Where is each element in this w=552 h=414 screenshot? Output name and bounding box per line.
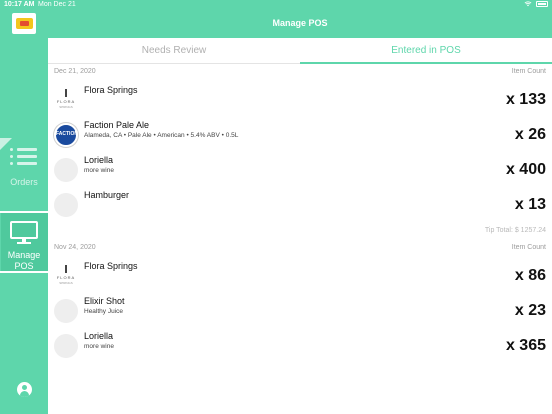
status-time: 10:17 AM	[4, 1, 35, 8]
page-title: Manage POS	[272, 18, 328, 28]
item-name: Loriella	[84, 155, 114, 165]
item-placeholder-image	[54, 299, 78, 323]
item-placeholder-image	[54, 193, 78, 217]
section-date: Dec 21, 2020	[54, 68, 96, 75]
tab-entered-in-pos[interactable]: Entered in POS	[300, 38, 552, 64]
list-item[interactable]: FACTION Faction Pale Ale Alameda, CA • P…	[48, 117, 552, 152]
list-item[interactable]: Loriella more wine x 365	[48, 328, 552, 363]
item-count-label: Item Count	[511, 244, 546, 251]
sidebar-item-orders[interactable]: Orders	[0, 138, 48, 198]
faction-logo: FACTION	[54, 123, 78, 147]
item-name: Hamburger	[84, 190, 130, 200]
entries-list[interactable]: Dec 21, 2020 Item Count FLORA SPRINGS Fl…	[48, 64, 552, 414]
list-icon	[10, 148, 38, 172]
item-name: Faction Pale Ale	[84, 120, 150, 130]
item-name: Flora Springs	[84, 85, 138, 95]
section-header: Nov 24, 2020 Item Count	[48, 240, 552, 258]
section-date: Nov 24, 2020	[54, 244, 96, 251]
sidebar-item-label: Orders	[10, 177, 38, 187]
item-subtitle: Alameda, CA • Pale Ale • American • 5.4%…	[84, 132, 239, 139]
item-count-label: Item Count	[511, 68, 546, 75]
item-quantity: x 23	[514, 302, 546, 319]
wifi-icon	[524, 1, 532, 7]
section-header: Dec 21, 2020 Item Count	[48, 64, 552, 82]
tab-needs-review[interactable]: Needs Review	[48, 38, 300, 64]
app-logo	[12, 13, 36, 34]
item-quantity: x 86	[514, 267, 546, 284]
list-item[interactable]: FLORA SPRINGS Flora Springs x 86	[48, 258, 552, 293]
item-quantity: x 13	[514, 196, 546, 213]
sidebar-item-manage-pos[interactable]: Manage POS	[0, 211, 48, 273]
item-quantity: x 26	[514, 126, 546, 143]
status-date: Mon Dec 21	[38, 1, 76, 8]
item-placeholder-image	[54, 158, 78, 182]
monitor-icon	[10, 221, 38, 245]
profile-icon[interactable]	[17, 382, 32, 397]
flora-springs-logo: FLORA SPRINGS	[54, 264, 78, 288]
item-placeholder-image	[54, 334, 78, 358]
flora-springs-logo: FLORA SPRINGS	[54, 88, 78, 112]
status-bar: 10:17 AM Mon Dec 21	[0, 0, 552, 10]
item-name: Loriella	[84, 331, 114, 341]
item-subtitle: more wine	[84, 167, 114, 174]
list-item[interactable]: Hamburger x 13	[48, 187, 552, 222]
item-subtitle: more wine	[84, 343, 114, 350]
tip-total-row: Tip Total: $ 1257.24	[48, 222, 552, 240]
item-quantity: x 400	[505, 161, 546, 178]
date-section: Dec 21, 2020 Item Count FLORA SPRINGS Fl…	[48, 64, 552, 240]
item-quantity: x 365	[505, 337, 546, 354]
list-item[interactable]: Elixir Shot Healthy Juice x 23	[48, 293, 552, 328]
logo-image	[15, 18, 33, 29]
header-bar: Manage POS	[48, 10, 552, 38]
date-section: Nov 24, 2020 Item Count FLORA SPRINGS Fl…	[48, 240, 552, 363]
item-subtitle: Healthy Juice	[84, 308, 124, 315]
sidebar: Orders Manage POS	[0, 10, 48, 414]
item-name: Elixir Shot	[84, 296, 125, 306]
tip-total: Tip Total: $ 1257.24	[484, 227, 546, 234]
item-quantity: x 133	[505, 91, 546, 108]
item-name: Flora Springs	[84, 261, 138, 271]
tab-bar: Needs Review Entered in POS	[48, 38, 552, 64]
sidebar-item-label: Manage POS	[7, 250, 41, 271]
list-item[interactable]: FLORA SPRINGS Flora Springs x 133	[48, 82, 552, 117]
status-icons	[524, 1, 548, 7]
battery-icon	[536, 1, 548, 7]
list-item[interactable]: Loriella more wine x 400	[48, 152, 552, 187]
